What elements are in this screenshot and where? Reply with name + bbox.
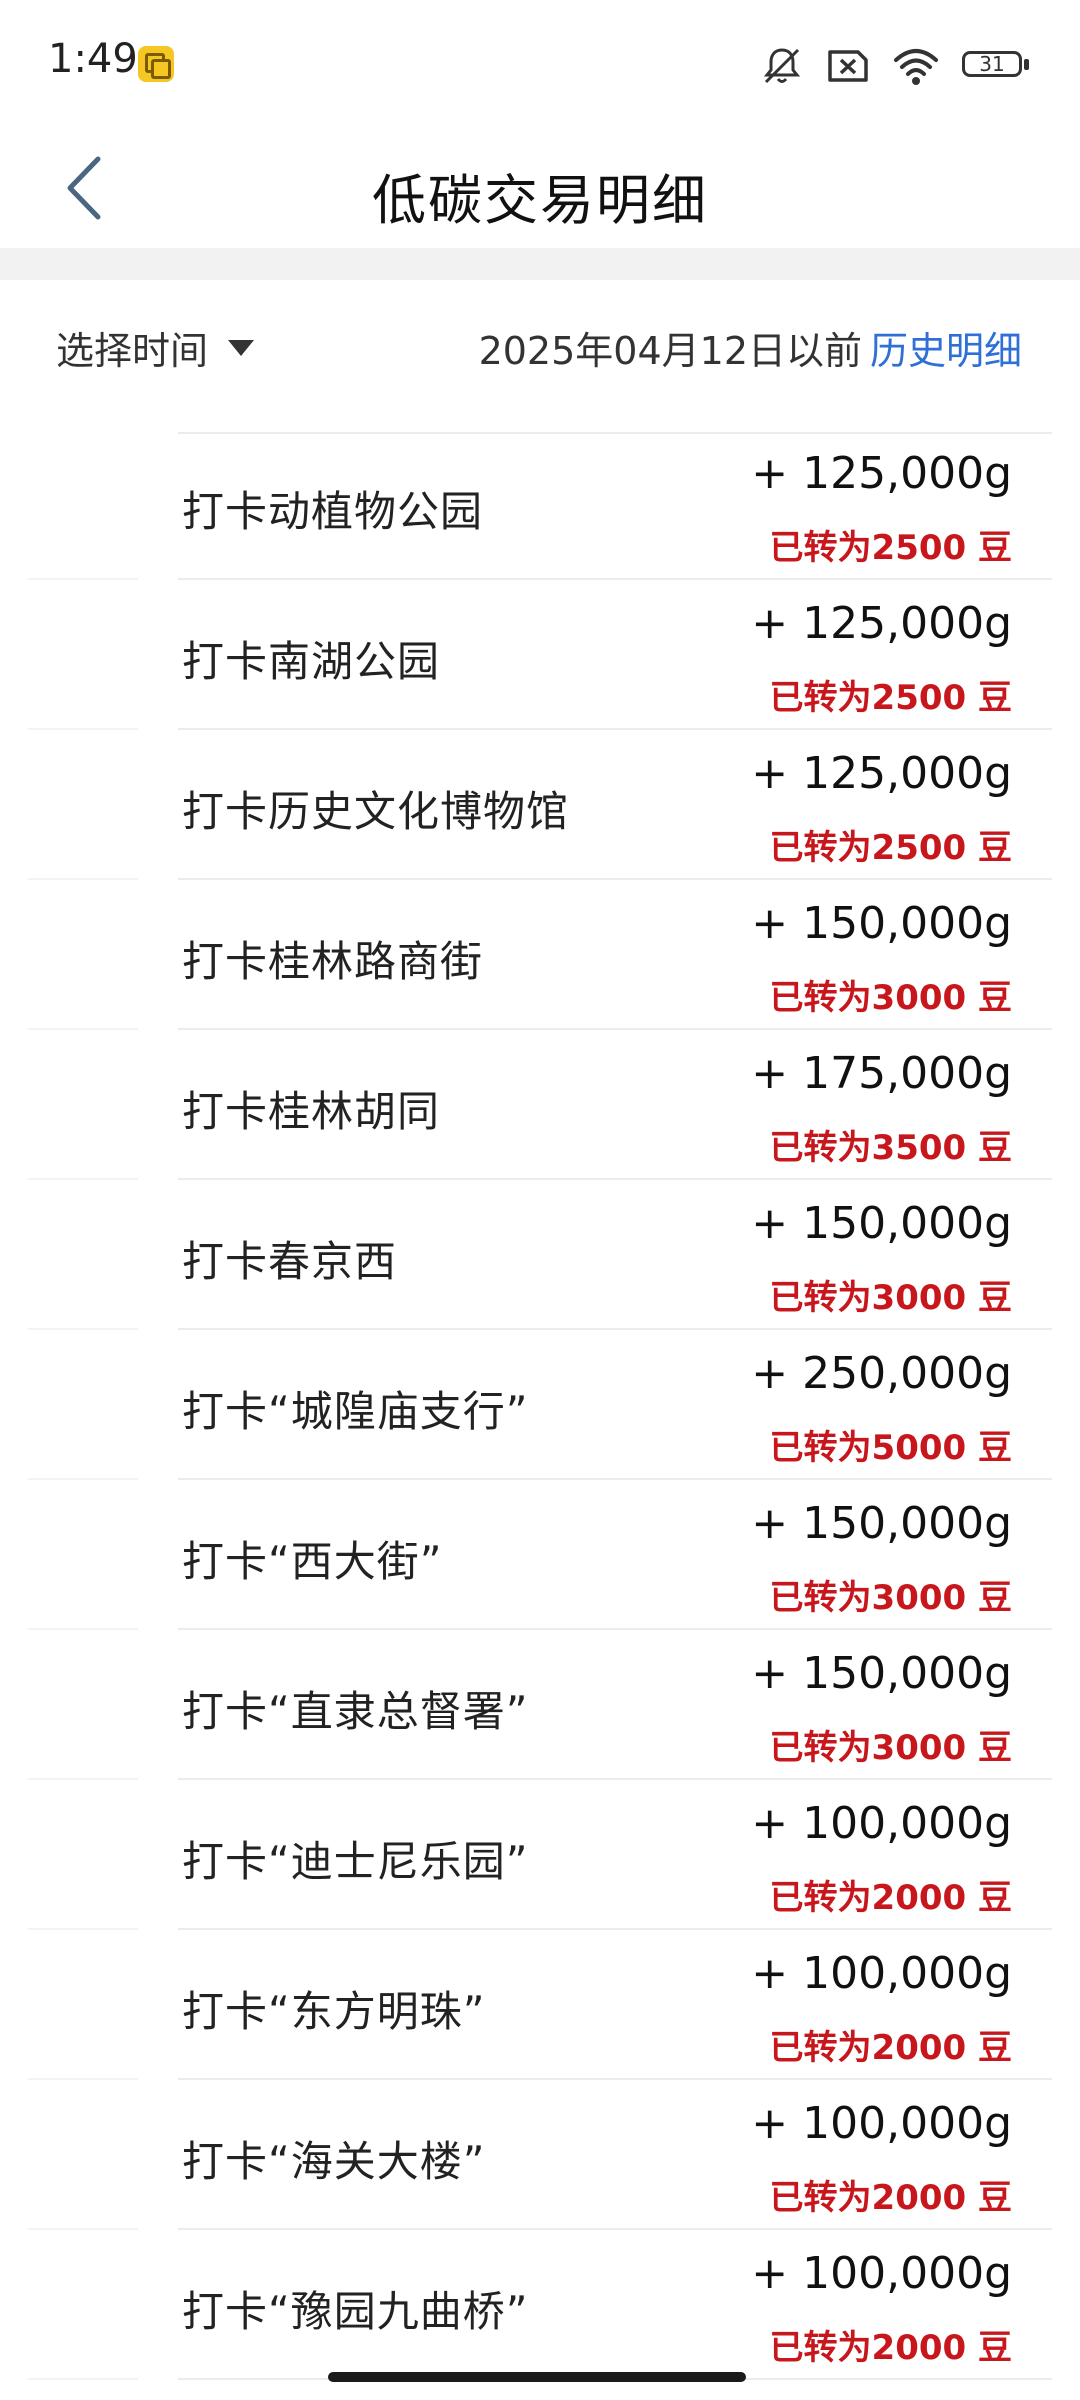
item-title: 打卡历史文化博物馆 bbox=[182, 787, 570, 836]
home-indicator[interactable] bbox=[328, 2372, 746, 2382]
item-title: 打卡“迪士尼乐园” bbox=[182, 1837, 529, 1886]
item-converted-beans: 已转为2000 豆 bbox=[769, 2028, 1012, 2068]
item-converted-beans: 已转为5000 豆 bbox=[769, 1428, 1012, 1468]
item-amount: + 125,000g bbox=[751, 598, 1012, 649]
item-title: 打卡“西大街” bbox=[182, 1537, 443, 1586]
item-amount: + 150,000g bbox=[751, 1498, 1012, 1549]
item-converted-beans: 已转为2500 豆 bbox=[769, 828, 1012, 868]
item-title: 打卡动植物公园 bbox=[182, 487, 484, 536]
item-converted-beans: 已转为2500 豆 bbox=[769, 678, 1012, 718]
list-item[interactable]: 打卡“东方明珠” + 100,000g 已转为2000 豆 bbox=[0, 1930, 1080, 2080]
battery-icon: 31 bbox=[962, 51, 1030, 81]
item-converted-beans: 已转为2000 豆 bbox=[769, 2328, 1012, 2368]
list-item[interactable]: 打卡桂林路商街 + 150,000g 已转为3000 豆 bbox=[0, 880, 1080, 1030]
history-detail-link[interactable]: 历史明细 bbox=[870, 320, 1022, 375]
page-title: 低碳交易明细 bbox=[372, 169, 708, 232]
status-bar: 1:49 31 bbox=[0, 0, 1080, 128]
battery-level: 31 bbox=[979, 52, 1005, 76]
app-notification-icon bbox=[138, 46, 174, 82]
item-title: 打卡“海关大楼” bbox=[182, 2137, 486, 2186]
transaction-list: 打卡动植物公园 + 125,000g 已转为2500 豆打卡南湖公园 + 125,00… bbox=[0, 430, 1080, 2380]
item-converted-beans: 已转为2500 豆 bbox=[769, 528, 1012, 568]
list-item[interactable]: 打卡“豫园九曲桥” + 100,000g 已转为2000 豆 bbox=[0, 2230, 1080, 2380]
item-title: 打卡桂林路商街 bbox=[182, 937, 484, 986]
item-converted-beans: 已转为3000 豆 bbox=[769, 1278, 1012, 1318]
item-amount: + 100,000g bbox=[751, 2248, 1012, 2299]
item-title: 打卡春京西 bbox=[182, 1237, 398, 1286]
list-item[interactable]: 打卡“海关大楼” + 100,000g 已转为2000 豆 bbox=[0, 2080, 1080, 2230]
list-item[interactable]: 打卡动植物公园 + 125,000g 已转为2500 豆 bbox=[0, 430, 1080, 580]
time-select-dropdown[interactable]: 选择时间 bbox=[56, 320, 255, 375]
item-title: 打卡“城隍庙支行” bbox=[182, 1387, 529, 1436]
status-time: 1:49 bbox=[48, 36, 138, 82]
section-divider bbox=[0, 248, 1080, 280]
item-title: 打卡“东方明珠” bbox=[182, 1987, 486, 2036]
item-title: 打卡桂林胡同 bbox=[182, 1087, 441, 1136]
list-item[interactable]: 打卡“城隍庙支行” + 250,000g 已转为5000 豆 bbox=[0, 1330, 1080, 1480]
item-amount: + 150,000g bbox=[751, 1198, 1012, 1249]
item-amount: + 175,000g bbox=[751, 1048, 1012, 1099]
row-left-divider bbox=[28, 2378, 138, 2380]
time-select-label: 选择时间 bbox=[56, 329, 209, 373]
before-date-text: 2025年04月12日以前 bbox=[478, 329, 862, 373]
item-converted-beans: 已转为2000 豆 bbox=[769, 1878, 1012, 1918]
app-screen: 1:49 31 低碳交易明细 选择时间 2025年04月12日以前 历史明细 打… bbox=[0, 0, 1080, 2400]
item-converted-beans: 已转为2000 豆 bbox=[769, 2178, 1012, 2218]
list-item[interactable]: 打卡桂林胡同 + 175,000g 已转为3500 豆 bbox=[0, 1030, 1080, 1180]
nav-header: 低碳交易明细 bbox=[0, 128, 1080, 248]
wifi-icon bbox=[894, 49, 938, 85]
list-item[interactable]: 打卡南湖公园 + 125,000g 已转为2500 豆 bbox=[0, 580, 1080, 730]
list-item[interactable]: 打卡“西大街” + 150,000g 已转为3000 豆 bbox=[0, 1480, 1080, 1630]
item-amount: + 150,000g bbox=[751, 1648, 1012, 1699]
item-title: 打卡南湖公园 bbox=[182, 637, 441, 686]
item-title: 打卡“豫园九曲桥” bbox=[182, 2287, 529, 2336]
list-item[interactable]: 打卡历史文化博物馆 + 125,000g 已转为2500 豆 bbox=[0, 730, 1080, 880]
item-converted-beans: 已转为3000 豆 bbox=[769, 1728, 1012, 1768]
item-title: 打卡“直隶总督署” bbox=[182, 1687, 529, 1736]
item-amount: + 250,000g bbox=[751, 1348, 1012, 1399]
item-amount: + 150,000g bbox=[751, 898, 1012, 949]
item-converted-beans: 已转为3000 豆 bbox=[769, 1578, 1012, 1618]
status-icons: 31 bbox=[760, 44, 1030, 88]
item-converted-beans: 已转为3500 豆 bbox=[769, 1128, 1012, 1168]
item-amount: + 100,000g bbox=[751, 1948, 1012, 1999]
item-amount: + 125,000g bbox=[751, 748, 1012, 799]
sim-off-icon bbox=[828, 50, 868, 82]
list-item[interactable]: 打卡春京西 + 150,000g 已转为3000 豆 bbox=[0, 1180, 1080, 1330]
item-amount: + 125,000g bbox=[751, 448, 1012, 499]
item-converted-beans: 已转为3000 豆 bbox=[769, 978, 1012, 1018]
list-item[interactable]: 打卡“迪士尼乐园” + 100,000g 已转为2000 豆 bbox=[0, 1780, 1080, 1930]
caret-down-icon bbox=[228, 339, 255, 356]
mute-icon bbox=[763, 48, 801, 84]
list-item[interactable]: 打卡“直隶总督署” + 150,000g 已转为3000 豆 bbox=[0, 1630, 1080, 1780]
filter-bar: 选择时间 2025年04月12日以前 历史明细 bbox=[0, 280, 1080, 430]
item-amount: + 100,000g bbox=[751, 2098, 1012, 2149]
item-amount: + 100,000g bbox=[751, 1798, 1012, 1849]
